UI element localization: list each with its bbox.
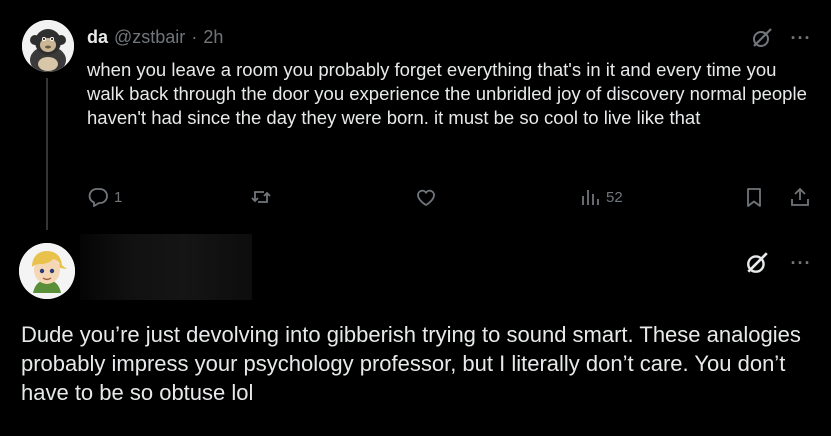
- heart-icon: [417, 189, 435, 206]
- tweet-header: da @zstbair · 2h: [87, 27, 223, 49]
- share-button[interactable]: [789, 186, 811, 208]
- grok-icon[interactable]: [744, 250, 770, 276]
- separator: ·: [191, 27, 198, 47]
- retweet-button[interactable]: [250, 186, 277, 208]
- views-icon: [582, 190, 599, 205]
- tweet-actions: 1 52: [87, 186, 817, 212]
- like-button[interactable]: [415, 186, 442, 208]
- reply-text: Dude you’re just devolving into gibberis…: [21, 322, 801, 405]
- cartoon-boy-avatar[interactable]: [19, 243, 75, 299]
- tweet-text: when you leave a room you probably forge…: [87, 59, 807, 128]
- views-button[interactable]: 52: [579, 186, 623, 208]
- retweet-icon: [251, 191, 271, 203]
- share-icon: [791, 187, 809, 206]
- author-handle[interactable]: @zstbair: [114, 27, 185, 48]
- monkey-avatar[interactable]: [22, 20, 74, 72]
- views-count: 52: [606, 188, 623, 206]
- more-icon[interactable]: ···: [788, 250, 814, 276]
- timestamp[interactable]: 2h: [203, 27, 223, 48]
- bookmark-button[interactable]: [743, 186, 765, 208]
- redacted-username: [80, 234, 252, 300]
- author-name[interactable]: da: [87, 27, 108, 48]
- bookmark-icon: [747, 188, 761, 207]
- reply-count: 1: [114, 188, 123, 206]
- grok-icon[interactable]: [749, 25, 775, 51]
- reply-icon: [88, 188, 108, 207]
- thread-line: [46, 78, 48, 230]
- more-icon[interactable]: ···: [788, 25, 814, 51]
- reply-button[interactable]: 1: [87, 186, 122, 208]
